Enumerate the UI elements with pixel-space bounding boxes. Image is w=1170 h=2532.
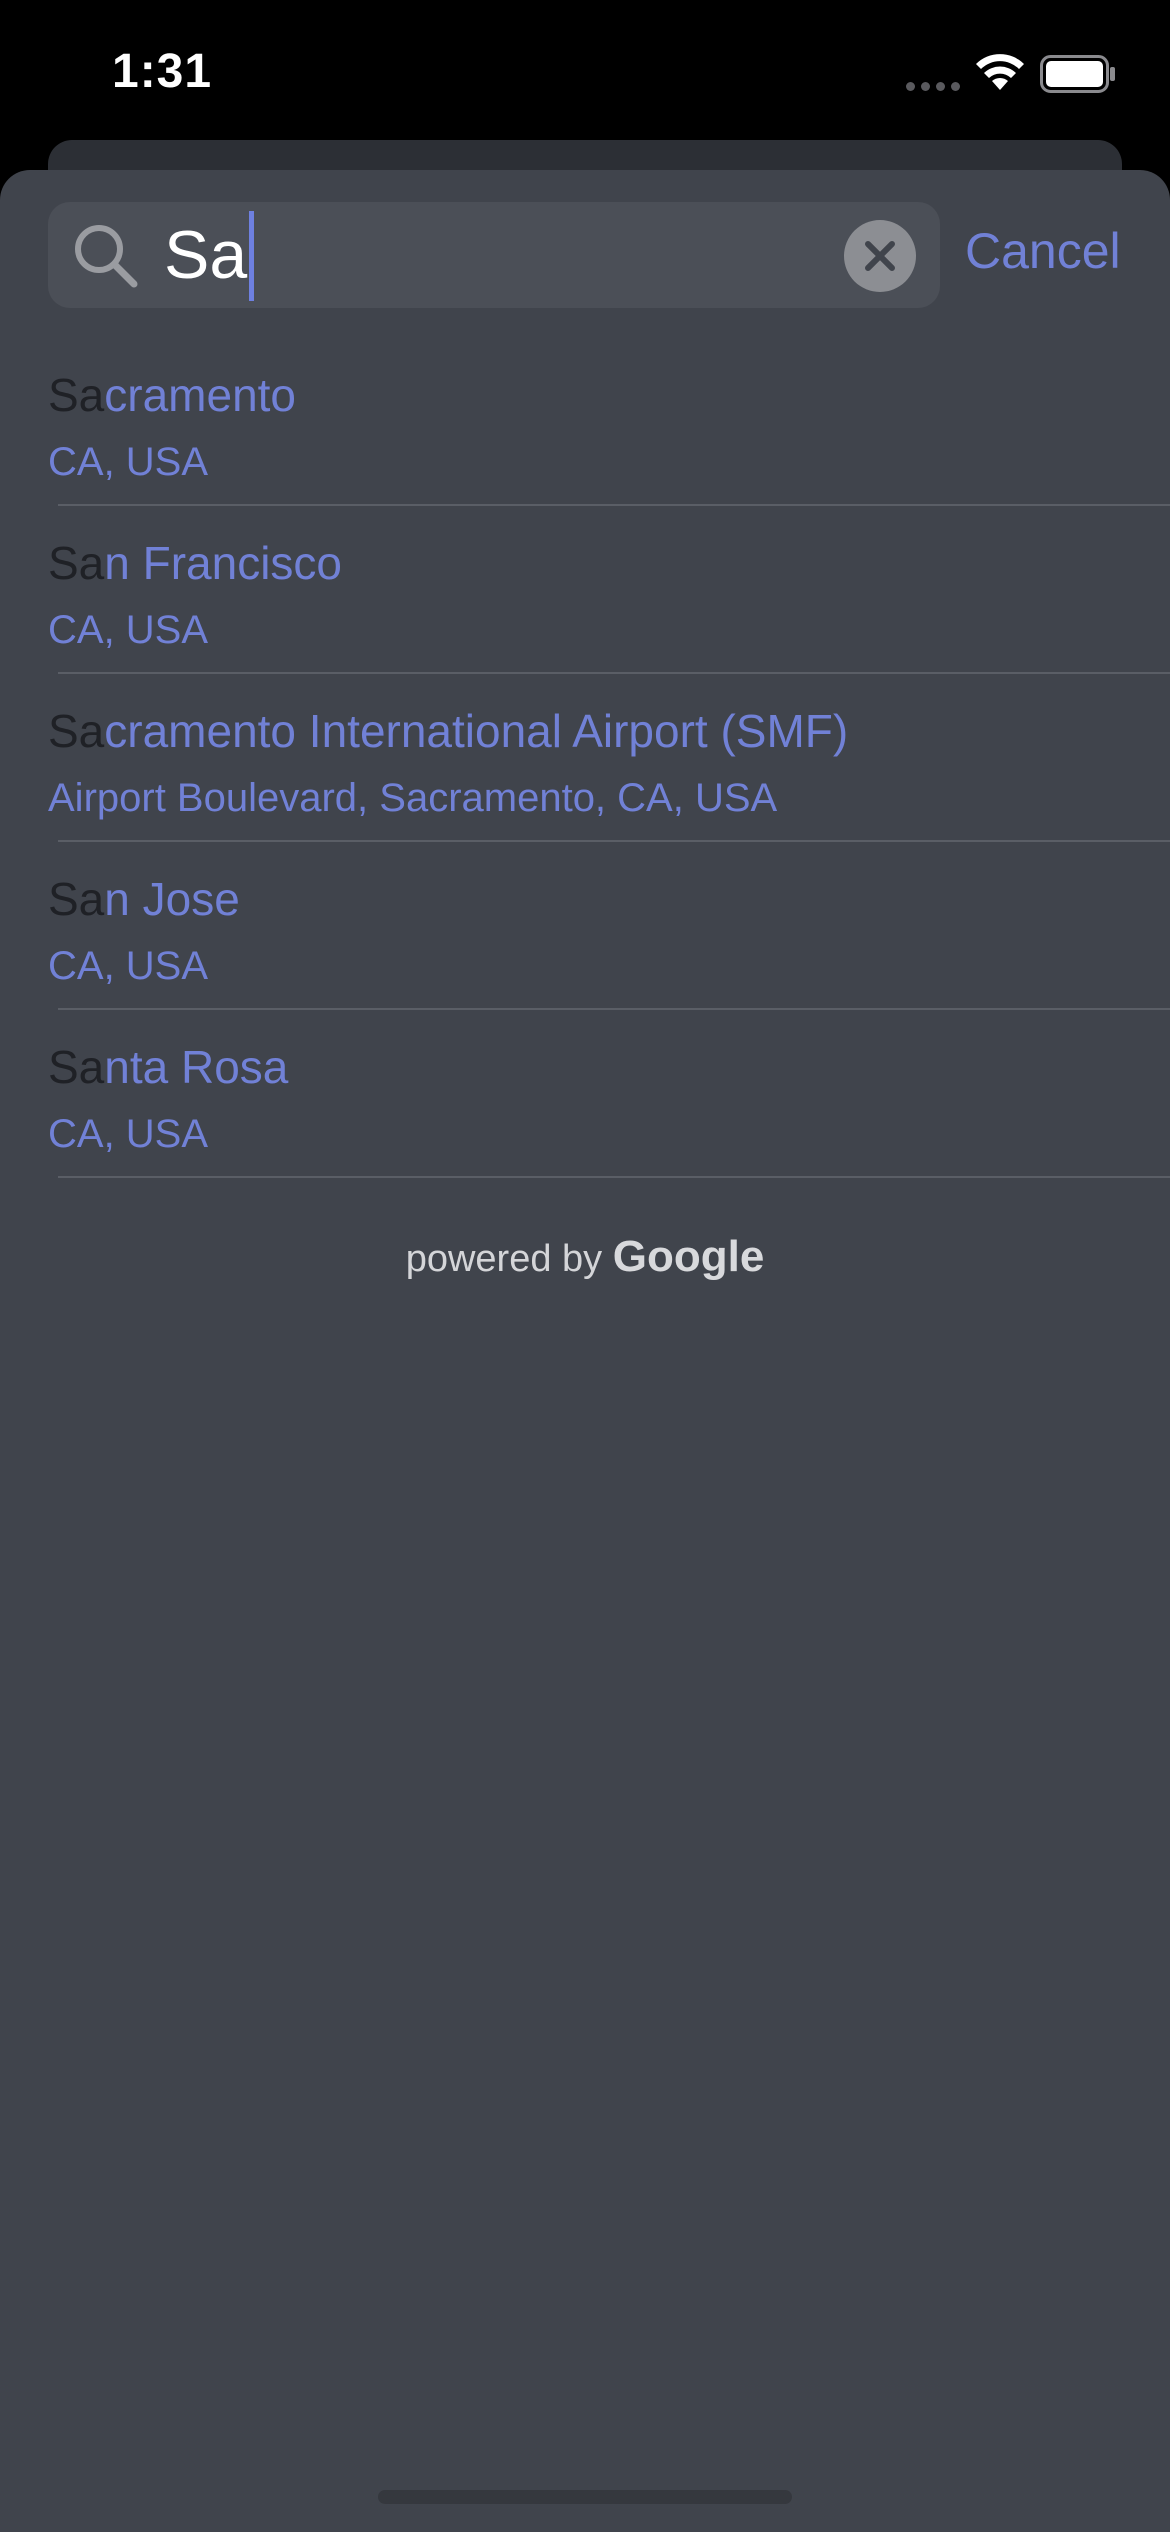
search-input[interactable]: Sa — [48, 202, 940, 308]
result-item-sacramento-airport[interactable]: Sacramento International Airport (SMF) A… — [0, 674, 1170, 842]
cancel-button[interactable]: Cancel — [965, 222, 1121, 280]
result-subtitle: CA, USA — [48, 1112, 209, 1156]
result-item-san-jose[interactable]: San Jose CA, USA — [0, 842, 1170, 1010]
results-list: Sacramento CA, USA San Francisco CA, USA… — [0, 338, 1170, 1178]
result-title-match: Sa — [48, 873, 105, 925]
result-title-match: Sa — [48, 369, 105, 421]
clear-search-button[interactable] — [844, 220, 916, 292]
powered-by-label: powered by — [405, 1238, 603, 1280]
result-subtitle: Airport Boulevard, Sacramento, CA, USA — [48, 776, 778, 820]
result-title-rest: cramento International Airport (SMF) — [104, 705, 849, 757]
cellular-signal-icon — [906, 82, 962, 92]
battery-icon — [1040, 55, 1115, 93]
search-sheet: Sa Cancel Sacramento CA, USA San Francis… — [0, 170, 1170, 2532]
search-query-text: Sa — [164, 211, 255, 302]
text-caret — [249, 211, 255, 302]
result-title: Santa Rosa — [48, 1040, 288, 1094]
result-title: Sacramento — [48, 368, 296, 422]
result-item-sacramento[interactable]: Sacramento CA, USA — [0, 338, 1170, 506]
row-divider — [58, 1176, 1170, 1178]
result-title-rest: cramento — [104, 369, 297, 421]
search-icon — [75, 225, 138, 288]
result-subtitle: CA, USA — [48, 440, 209, 484]
result-title: San Francisco — [48, 536, 342, 590]
result-title: Sacramento International Airport (SMF) — [48, 704, 848, 758]
result-title-match: Sa — [48, 1041, 105, 1093]
result-title-rest: n Francisco — [104, 537, 343, 589]
result-item-santa-rosa[interactable]: Santa Rosa CA, USA — [0, 1010, 1170, 1178]
close-icon — [865, 241, 895, 271]
status-time: 1:31 — [112, 45, 213, 98]
wifi-icon — [976, 54, 1024, 90]
powered-by-google-attribution: powered by Google — [0, 1232, 1170, 1282]
result-title-match: Sa — [48, 537, 105, 589]
home-indicator[interactable] — [378, 2490, 792, 2504]
result-title: San Jose — [48, 872, 240, 926]
search-query: Sa — [164, 217, 248, 293]
result-title-rest: nta Rosa — [104, 1041, 289, 1093]
result-title-match: Sa — [48, 705, 105, 757]
result-item-san-francisco[interactable]: San Francisco CA, USA — [0, 506, 1170, 674]
result-subtitle: CA, USA — [48, 944, 209, 988]
result-subtitle: CA, USA — [48, 608, 209, 652]
status-bar: 1:31 — [0, 0, 1170, 150]
result-title-rest: n Jose — [104, 873, 240, 925]
google-logo: Google — [612, 1232, 765, 1281]
